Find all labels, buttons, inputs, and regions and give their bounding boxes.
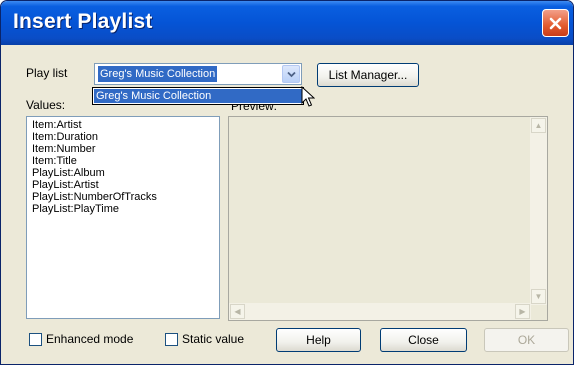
list-item[interactable]: PlayList:PlayTime	[32, 203, 219, 215]
help-button[interactable]: Help	[276, 328, 361, 352]
values-label: Values:	[26, 98, 66, 112]
list-item[interactable]: PlayList:Album	[32, 167, 219, 179]
mouse-pointer-icon	[301, 86, 315, 107]
dropdown-option[interactable]: Greg's Music Collection	[94, 89, 302, 103]
chevron-up-icon: ▲	[534, 120, 543, 130]
list-item[interactable]: PlayList:NumberOfTracks	[32, 191, 219, 203]
title-bar[interactable]: Insert Playlist	[1, 1, 573, 45]
vertical-scrollbar[interactable]: ▲ ▼	[530, 117, 547, 305]
values-list[interactable]: Item:Artist Item:Duration Item:Number It…	[26, 116, 220, 319]
list-item[interactable]: PlayList:Artist	[32, 179, 219, 191]
preview-area: ▲ ▼ ◀ ▶	[228, 116, 548, 321]
chevron-left-icon: ◀	[234, 306, 241, 316]
playlist-selected-value: Greg's Music Collection	[98, 66, 218, 82]
playlist-dropdown-button[interactable]	[282, 65, 300, 83]
list-item[interactable]: Item:Number	[32, 143, 219, 155]
playlist-select[interactable]: Greg's Music Collection	[94, 63, 302, 85]
static-value-label[interactable]: Static value	[182, 332, 244, 346]
scroll-left-button[interactable]: ◀	[230, 304, 245, 319]
chevron-down-icon: ▼	[534, 291, 543, 301]
window-close-button[interactable]	[542, 9, 569, 37]
list-manager-button[interactable]: List Manager...	[317, 63, 419, 87]
scroll-down-button[interactable]: ▼	[531, 289, 546, 304]
list-item[interactable]: Item:Artist	[32, 119, 219, 131]
horizontal-scrollbar[interactable]: ◀ ▶	[229, 303, 531, 320]
insert-playlist-dialog: Insert Playlist Play list Greg's Music C…	[0, 0, 574, 365]
enhanced-mode-checkbox[interactable]	[29, 333, 42, 346]
ok-button[interactable]: OK	[484, 328, 569, 352]
window-title: Insert Playlist	[13, 10, 153, 33]
close-button[interactable]: Close	[380, 328, 467, 352]
chevron-right-icon: ▶	[519, 306, 526, 316]
scroll-up-button[interactable]: ▲	[531, 118, 546, 133]
list-item[interactable]: Item:Duration	[32, 131, 219, 143]
static-value-checkbox[interactable]	[165, 333, 178, 346]
enhanced-mode-label[interactable]: Enhanced mode	[46, 332, 133, 346]
playlist-dropdown-list[interactable]: Greg's Music Collection	[92, 87, 304, 105]
playlist-label: Play list	[26, 66, 68, 80]
chevron-down-icon	[286, 71, 296, 77]
close-icon	[549, 17, 562, 29]
scroll-right-button[interactable]: ▶	[515, 304, 530, 319]
list-item[interactable]: Item:Title	[32, 155, 219, 167]
